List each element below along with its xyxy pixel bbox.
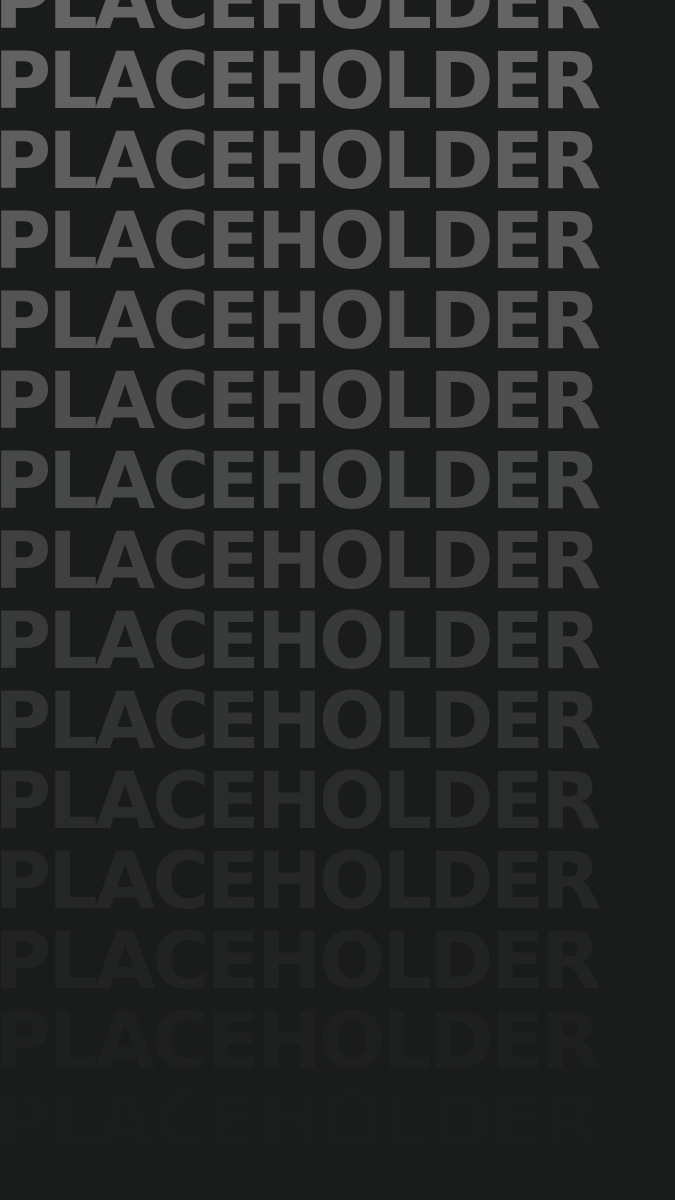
placeholder-line: PLACEHOLDER xyxy=(0,437,601,527)
placeholder-line: PLACEHOLDER xyxy=(0,837,601,927)
placeholder-line: PLACEHOLDER xyxy=(0,117,601,207)
placeholder-line: PLACEHOLDER xyxy=(0,677,601,767)
placeholder-line: PLACEHOLDER xyxy=(0,37,601,127)
placeholder-line: PLACEHOLDER xyxy=(0,917,601,1007)
placeholder-line: PLACEHOLDER xyxy=(0,997,601,1087)
placeholder-line: PLACEHOLDER xyxy=(0,1082,634,1162)
placeholder-line: PLACEHOLDER xyxy=(0,277,601,367)
placeholder-line: PLACEHOLDER xyxy=(0,757,601,847)
placeholder-line: PLACEHOLDER xyxy=(0,597,601,687)
placeholder-line: PLACEHOLDER xyxy=(0,0,601,47)
placeholder-line: PLACEHOLDER xyxy=(0,517,601,607)
placeholder-line: PLACEHOLDER xyxy=(0,357,601,447)
placeholder-text-stack: PLACEHOLDER PLACEHOLDER PLACEHOLDER PLAC… xyxy=(0,0,675,1200)
placeholder-line: PLACEHOLDER xyxy=(0,197,601,287)
